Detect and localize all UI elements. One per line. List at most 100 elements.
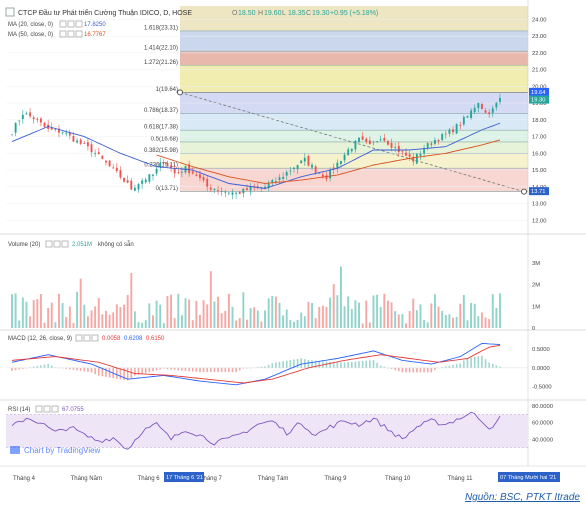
volume-bar xyxy=(36,298,39,328)
macd-histogram-bar xyxy=(289,360,292,368)
volume-bar xyxy=(209,271,212,328)
volume-bar xyxy=(282,315,285,328)
macd-histogram-bar xyxy=(376,362,378,368)
macd-histogram-bar xyxy=(170,367,172,370)
volume-bar xyxy=(195,300,198,328)
volume-bar xyxy=(173,318,176,328)
candle-body xyxy=(166,162,169,166)
high-value: 19.60 xyxy=(264,10,282,17)
candle-body xyxy=(325,175,328,180)
volume-bar xyxy=(433,294,436,328)
volume-bar xyxy=(90,310,93,328)
macd-histogram-bar xyxy=(191,367,194,372)
macd-histogram-bar xyxy=(238,367,241,371)
fib-band xyxy=(180,113,528,131)
volume-bar xyxy=(365,300,368,328)
candle-body xyxy=(390,143,393,148)
candle-body xyxy=(448,129,451,134)
fib-level-label: 0.5(16.68) xyxy=(151,136,178,142)
macd-histogram-bar xyxy=(463,360,465,368)
volume-bar xyxy=(133,311,136,328)
candle-body xyxy=(408,154,411,157)
macd-histogram-bar xyxy=(141,367,143,374)
volume-bar xyxy=(18,320,21,328)
volume-bar xyxy=(390,302,393,328)
macd-histogram-bar xyxy=(394,367,396,371)
macd-histogram-bar xyxy=(202,367,205,373)
volume-bar xyxy=(97,298,100,328)
candle-body xyxy=(383,137,386,141)
macd-histogram-bar xyxy=(452,364,454,368)
watermark-text: Chart by TradingView xyxy=(24,446,101,455)
macd-histogram-bar xyxy=(405,367,407,373)
candle-body xyxy=(419,153,422,156)
macd-histogram-bar xyxy=(173,367,176,370)
volume-bar xyxy=(397,314,400,328)
volume-bar xyxy=(94,306,97,328)
volume-bar xyxy=(354,300,357,328)
volume-bar xyxy=(43,322,46,328)
volume-bar xyxy=(86,316,89,328)
macd-histogram-bar xyxy=(90,367,93,373)
volume-bar xyxy=(448,314,451,328)
volume-bar xyxy=(217,296,219,328)
candle-body xyxy=(444,133,447,135)
volume-bar xyxy=(394,311,397,328)
ma20-legend-value: 17.8250 xyxy=(84,22,106,28)
candle-body xyxy=(180,171,183,173)
volume-bar xyxy=(213,301,216,328)
rsi-tick-label: 40.0000 xyxy=(532,437,553,443)
candle-body xyxy=(144,179,147,183)
macd-histogram-bar xyxy=(11,367,13,371)
candle-body xyxy=(314,166,317,173)
volume-bar xyxy=(112,312,115,328)
macd-legend-hist: 0.0058 xyxy=(102,336,121,342)
macd-histogram-bar xyxy=(336,362,339,368)
close-value: 19.30 xyxy=(312,10,330,17)
volume-bar xyxy=(437,306,440,328)
macd-histogram-bar xyxy=(271,363,274,368)
volume-bar xyxy=(101,314,104,328)
volume-bar xyxy=(137,322,140,328)
macd-histogram-bar xyxy=(40,365,42,368)
macd-histogram-bar xyxy=(448,365,451,368)
macd-tick-label: -0.5000 xyxy=(532,385,552,391)
candle-body xyxy=(235,192,238,194)
macd-histogram-bar xyxy=(495,365,498,368)
candle-body xyxy=(415,153,418,164)
candle-body xyxy=(311,164,313,168)
volume-bar xyxy=(336,295,339,328)
volume-bar xyxy=(480,312,483,328)
macd-histogram-bar xyxy=(488,362,490,368)
candle-body xyxy=(462,117,465,125)
macd-histogram-bar xyxy=(199,367,201,373)
macd-tick-label: 0.5000 xyxy=(532,347,550,353)
macd-histogram-bar xyxy=(481,355,483,368)
volume-bar xyxy=(386,300,389,328)
volume-bar xyxy=(499,293,501,328)
tradingview-watermark[interactable]: Chart by TradingView xyxy=(10,446,101,455)
volume-bar xyxy=(470,302,473,328)
price-tick-label: 22.00 xyxy=(532,51,547,57)
time-tick-label: Tháng 11 xyxy=(448,476,474,482)
macd-histogram-bar xyxy=(228,367,230,373)
volume-bar xyxy=(61,302,64,328)
candle-body xyxy=(119,170,122,178)
macd-histogram-bar xyxy=(354,361,357,368)
volume-bar xyxy=(65,317,68,328)
candle-body xyxy=(405,152,407,156)
candle-body xyxy=(152,174,154,176)
candle-body xyxy=(32,117,35,120)
volume-bar xyxy=(246,319,248,328)
candle-body xyxy=(242,188,245,194)
volume-bar xyxy=(372,295,375,328)
candle-body xyxy=(307,155,310,166)
volume-bar xyxy=(115,304,118,328)
macd-histogram-bar xyxy=(94,367,96,375)
macd-histogram-bar xyxy=(340,362,342,368)
price-axis-badge-text: 19.30 xyxy=(531,98,546,104)
fib-level-label: 1.272(21.26) xyxy=(144,60,178,66)
macd-histogram-bar xyxy=(134,367,136,376)
volume-bar xyxy=(32,300,35,328)
volume-bar xyxy=(72,322,75,328)
